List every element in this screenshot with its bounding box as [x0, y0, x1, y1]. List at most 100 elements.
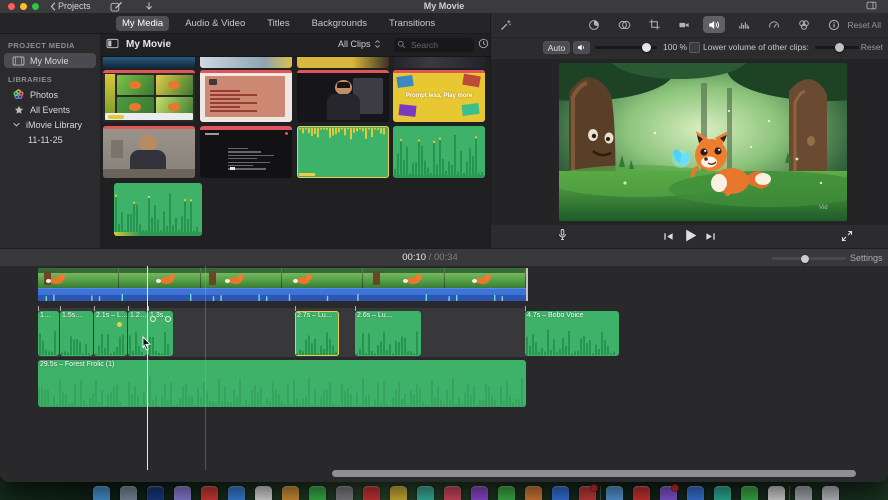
- media-thumb-terminal-dark[interactable]: [200, 126, 292, 178]
- sidebar-toggle-icon[interactable]: [106, 38, 119, 49]
- auto-volume-button[interactable]: Auto: [543, 41, 570, 54]
- dock-app-icon[interactable]: [228, 486, 245, 500]
- record-voiceover-mic-icon[interactable]: [557, 228, 568, 242]
- media-thumb-partial[interactable]: [103, 57, 195, 68]
- dock-app-icon[interactable]: [741, 486, 758, 500]
- timeline-settings-button[interactable]: Settings: [850, 253, 883, 263]
- dock-app-icon[interactable]: [768, 486, 785, 500]
- titlebar-panel-icon[interactable]: [866, 1, 877, 10]
- media-thumb-audio-wave[interactable]: [393, 126, 485, 178]
- dock-app-icon[interactable]: [660, 484, 679, 500]
- audio-clip[interactable]: 2.6s – Lu…: [355, 311, 421, 356]
- dock-app-icon[interactable]: [471, 486, 488, 500]
- dock-app-icon[interactable]: [552, 486, 569, 500]
- play-button[interactable]: [683, 228, 698, 243]
- tab-transitions[interactable]: Transitions: [383, 16, 441, 31]
- media-thumb-audio-wave-wide[interactable]: [114, 183, 202, 236]
- lower-volume-checkbox[interactable]: [689, 42, 700, 53]
- dock-app-icon[interactable]: [444, 486, 461, 500]
- clip-filter-popup[interactable]: All Clips: [338, 39, 381, 49]
- dock-app-icon[interactable]: [363, 486, 380, 500]
- timeline-zoom-thumb[interactable]: [801, 254, 810, 263]
- volume-slider[interactable]: [595, 43, 657, 52]
- sidebar-item-photos[interactable]: Photos: [4, 87, 96, 102]
- color-wheel-icon[interactable]: [583, 16, 605, 33]
- dock-app-icon[interactable]: [390, 486, 407, 500]
- dock-app-icon[interactable]: [525, 486, 542, 500]
- volume-slider-thumb[interactable]: [641, 43, 651, 52]
- noise-reduction-icon[interactable]: [733, 16, 755, 33]
- clip-end-handle[interactable]: [526, 268, 528, 301]
- media-thumb-slide-yellow[interactable]: Prompt less, Play more: [393, 70, 485, 122]
- dock-app-icon[interactable]: [309, 486, 326, 500]
- dock-app-icon[interactable]: [336, 486, 353, 500]
- mute-speaker-button[interactable]: [573, 41, 590, 54]
- color-balance-icon[interactable]: [613, 16, 635, 33]
- media-thumb-partial[interactable]: [200, 57, 292, 68]
- reset-button[interactable]: Reset: [861, 42, 883, 52]
- audio-clip[interactable]: 2.1s – L…: [94, 311, 127, 356]
- video-preview[interactable]: [559, 63, 847, 221]
- sidebar-item-event-date[interactable]: 11-11-25: [4, 132, 96, 147]
- fade-handle-yellow[interactable]: [117, 322, 122, 327]
- crop-icon[interactable]: [643, 16, 665, 33]
- media-thumb-doc-salmon[interactable]: [200, 70, 292, 122]
- search-field[interactable]: [394, 37, 475, 52]
- dock-app-icon[interactable]: [579, 484, 598, 500]
- dock-app-icon[interactable]: [93, 486, 110, 500]
- video-clip-audio-track[interactable]: [38, 288, 526, 301]
- volume-icon[interactable]: [703, 16, 725, 33]
- info-icon[interactable]: [823, 16, 845, 33]
- dock-app-icon[interactable]: [822, 486, 839, 500]
- effects-icon[interactable]: [793, 16, 815, 33]
- sidebar-item-all-events[interactable]: All Events: [4, 102, 96, 117]
- fade-handle[interactable]: [165, 316, 171, 322]
- media-thumb-video-man-dark[interactable]: [297, 70, 389, 122]
- media-thumb-audio-selected[interactable]: [297, 126, 389, 178]
- search-input[interactable]: [409, 38, 475, 52]
- audio-clip[interactable]: 4.7s – Bobo Voice: [525, 311, 619, 356]
- audio-clip[interactable]: 2.7s – Lu…: [295, 311, 339, 356]
- dock-app-icon[interactable]: [417, 486, 434, 500]
- tab-titles[interactable]: Titles: [261, 16, 295, 31]
- video-clip-filmstrip[interactable]: [38, 268, 526, 288]
- fade-handle[interactable]: [150, 316, 156, 322]
- sidebar-item-imovie-library[interactable]: iMovie Library: [4, 117, 96, 132]
- timeline-zoom-slider[interactable]: [772, 254, 846, 263]
- reset-all-button[interactable]: Reset All: [847, 20, 881, 30]
- playhead[interactable]: [147, 266, 148, 470]
- dock-app-icon[interactable]: [174, 486, 191, 500]
- dock-app-icon[interactable]: [795, 486, 812, 500]
- speed-icon[interactable]: [763, 16, 785, 33]
- tab-backgrounds[interactable]: Backgrounds: [306, 16, 373, 31]
- tab-my-media[interactable]: My Media: [116, 15, 170, 31]
- timeline-scrollbar-thumb[interactable]: [332, 470, 856, 477]
- media-thumb-fox-collage[interactable]: [103, 70, 195, 122]
- dock-app-icon[interactable]: [498, 486, 515, 500]
- dock-app-icon[interactable]: [282, 486, 299, 500]
- dock-app-icon[interactable]: [606, 486, 623, 500]
- dock-app-icon[interactable]: [147, 486, 164, 500]
- dock-app-icon[interactable]: [687, 486, 704, 500]
- dock-app-icon[interactable]: [633, 486, 650, 500]
- media-thumb-video-man-desk[interactable]: [103, 126, 195, 178]
- audio-clip[interactable]: 1…: [38, 311, 59, 356]
- lower-volume-slider-thumb[interactable]: [835, 43, 845, 52]
- dock-app-icon[interactable]: [201, 486, 218, 500]
- recent-imports-icon[interactable]: [478, 38, 489, 49]
- dock-app-icon[interactable]: [714, 486, 731, 500]
- media-thumb-partial[interactable]: [393, 57, 485, 68]
- next-frame-button[interactable]: [705, 231, 716, 242]
- fullscreen-icon[interactable]: [841, 230, 853, 242]
- dock-app-icon[interactable]: [120, 486, 137, 500]
- background-music-clip[interactable]: 29.5s – Forest Frolic (1): [38, 360, 526, 407]
- previous-frame-button[interactable]: [663, 231, 674, 242]
- lower-volume-slider[interactable]: [815, 43, 859, 52]
- dock-app-icon[interactable]: [255, 486, 272, 500]
- audio-clip[interactable]: 1.5s…: [60, 311, 93, 356]
- tab-audio-video[interactable]: Audio & Video: [179, 16, 251, 31]
- media-thumb-partial[interactable]: [297, 57, 389, 68]
- stabilization-icon[interactable]: [673, 16, 695, 33]
- sidebar-item-my-movie[interactable]: My Movie: [4, 53, 96, 68]
- enhance-wand-icon[interactable]: [495, 16, 517, 33]
